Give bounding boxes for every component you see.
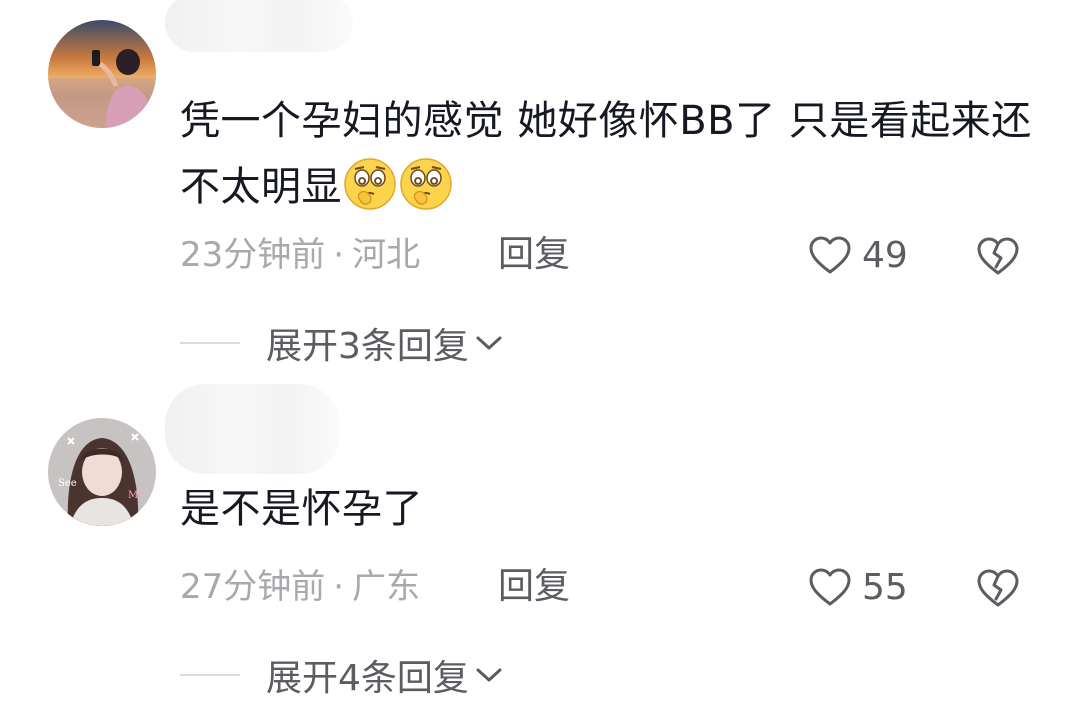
avatar-sunset-girl-icon bbox=[48, 20, 156, 128]
expand-replies-label: 展开3条回复 bbox=[266, 326, 469, 367]
expand-replies-label: 展开4条回复 bbox=[266, 658, 469, 699]
like-button[interactable]: 55 bbox=[808, 562, 908, 612]
comment-meta: 27分钟前 · 广东 bbox=[180, 562, 420, 612]
meta-separator: · bbox=[333, 567, 345, 607]
expand-replies-button[interactable]: 展开3条回复 bbox=[180, 318, 503, 368]
divider-line bbox=[180, 342, 240, 344]
user-avatar[interactable]: See Me bbox=[48, 418, 156, 526]
avatar-girl-selfie-icon: See Me bbox=[48, 418, 156, 526]
divider-line bbox=[180, 674, 240, 676]
like-count: 49 bbox=[862, 234, 908, 276]
comment-text: 凭一个孕妇的感觉 她好像怀BB了 只是看起来还不太明显 bbox=[180, 98, 1032, 210]
thinking-emoji-icon bbox=[344, 158, 396, 210]
broken-heart-icon[interactable] bbox=[976, 234, 1020, 278]
comment-text: 是不是怀孕了 bbox=[180, 486, 423, 532]
comment-item: 凭一个孕妇的感觉 她好像怀BB了 只是看起来还不太明显 23分钟前 · 河北 回复 bbox=[0, 0, 1080, 390]
heart-icon bbox=[809, 236, 851, 274]
user-avatar[interactable] bbox=[48, 20, 156, 128]
comment-location: 广东 bbox=[352, 567, 421, 607]
thinking-emoji-icon bbox=[400, 158, 452, 210]
reply-button[interactable]: 回复 bbox=[498, 562, 570, 612]
heart-icon bbox=[809, 568, 851, 606]
username-blurred[interactable] bbox=[165, 0, 353, 52]
comment-time: 23分钟前 bbox=[180, 235, 326, 275]
broken-heart-icon[interactable] bbox=[976, 566, 1020, 610]
like-count: 55 bbox=[862, 566, 908, 608]
comment-item: See Me 是不是怀孕了 27分钟前 · 广东 回复 55 展开4条回复 bbox=[0, 384, 1080, 708]
meta-separator: · bbox=[333, 235, 345, 275]
expand-replies-button[interactable]: 展开4条回复 bbox=[180, 650, 503, 700]
comment-meta: 23分钟前 · 河北 bbox=[180, 230, 420, 280]
comment-location: 河北 bbox=[352, 235, 421, 275]
username-blurred[interactable] bbox=[165, 384, 340, 474]
chevron-down-icon bbox=[476, 668, 502, 682]
reply-button[interactable]: 回复 bbox=[498, 230, 570, 280]
avatar-sticker-text: See bbox=[58, 478, 77, 489]
chevron-down-icon bbox=[476, 336, 502, 350]
comment-time: 27分钟前 bbox=[180, 567, 326, 607]
like-button[interactable]: 49 bbox=[808, 230, 908, 280]
avatar-sticker-text: Me bbox=[128, 490, 144, 501]
